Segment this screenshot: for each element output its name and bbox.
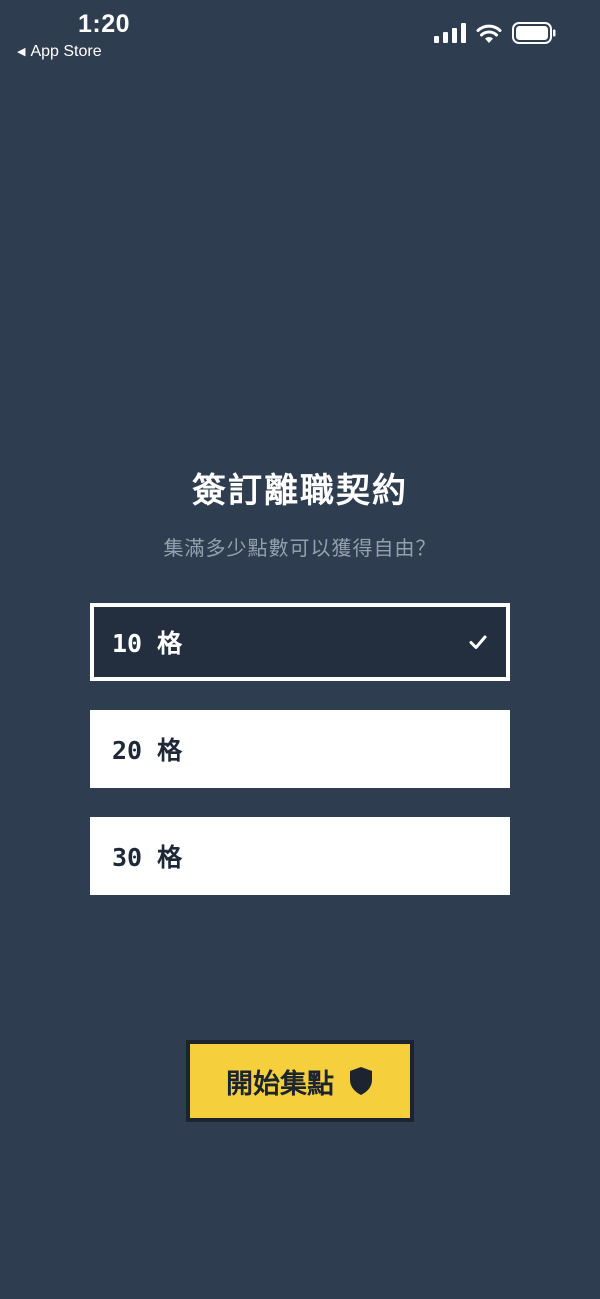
option-label: 20 格 [112, 736, 183, 765]
back-caret-icon: ◀ [17, 45, 26, 58]
page-title: 簽訂離職契約 [192, 471, 408, 511]
shield-icon [350, 1067, 372, 1095]
status-icons [434, 22, 556, 44]
cellular-signal-icon [434, 23, 466, 43]
option-10-cells[interactable]: 10 格 [90, 603, 510, 681]
start-button-label: 開始集點 [226, 1068, 334, 1100]
status-bar: 1:20 ◀ App Store [0, 0, 600, 70]
back-link-label: App Store [30, 43, 102, 60]
status-time: 1:20 [78, 10, 131, 38]
start-collecting-button[interactable]: 開始集點 [186, 1040, 414, 1122]
option-20-cells[interactable]: 20 格 [90, 710, 510, 788]
option-label: 10 格 [112, 629, 183, 658]
option-label: 30 格 [112, 843, 183, 872]
option-30-cells[interactable]: 30 格 [90, 817, 510, 895]
checkmark-icon [469, 635, 487, 649]
back-to-app-store-link[interactable]: ◀ App Store [17, 43, 102, 61]
wifi-icon [476, 24, 502, 43]
option-list: 10 格 20 格 30 格 [90, 603, 510, 924]
page-subtitle: 集滿多少點數可以獲得自由？ [163, 536, 437, 560]
battery-icon [512, 22, 556, 44]
